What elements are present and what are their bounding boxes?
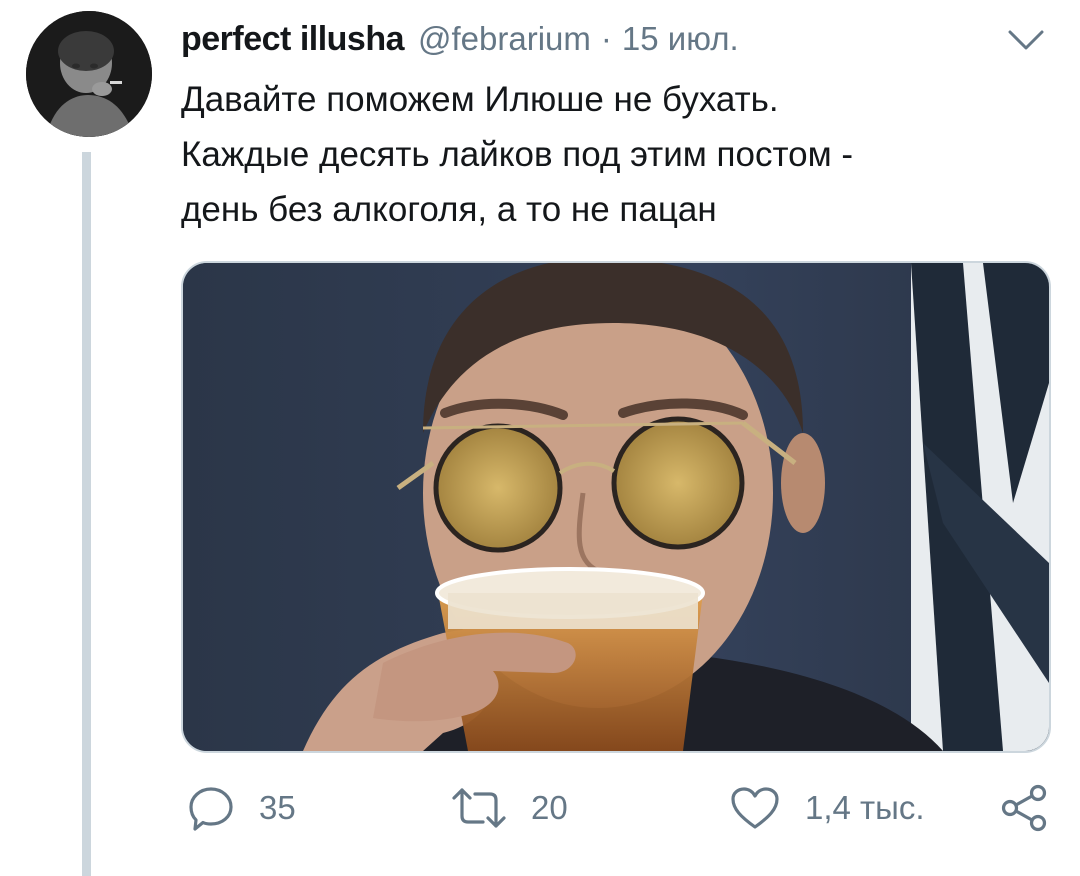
reply-button[interactable]: 35 <box>187 778 296 838</box>
author-display-name[interactable]: perfect illusha <box>181 20 405 59</box>
tweet-media[interactable] <box>181 261 1051 753</box>
tweet-actions: 35 20 1,4 тыс. <box>181 778 1051 838</box>
tweet-text-line: Давайте поможем Илюше не бухать. <box>181 80 779 119</box>
reply-icon <box>189 787 233 831</box>
thread-line <box>82 152 91 876</box>
retweet-count: 20 <box>531 789 568 826</box>
photo-man-drinking-beer <box>183 263 1049 751</box>
separator-dot: · <box>600 20 612 57</box>
like-count: 1,4 тыс. <box>805 789 925 826</box>
share-button[interactable] <box>999 778 1049 838</box>
tweet-date[interactable]: 15 июл. <box>622 20 739 58</box>
reply-count: 35 <box>259 789 296 826</box>
heart-icon <box>731 787 779 829</box>
share-icon <box>1001 784 1047 832</box>
tweet-header: perfect illusha @febrarium · 15 июл. <box>181 14 1050 64</box>
chevron-down-icon[interactable] <box>1006 24 1046 54</box>
like-button[interactable]: 1,4 тыс. <box>729 778 925 838</box>
tweet-text-line: Каждые десять лайков под этим постом - <box>181 135 854 174</box>
avatar[interactable] <box>26 11 152 137</box>
retweet-icon <box>452 788 506 828</box>
tweet-text-line: день без алкоголя, а то не пацан <box>181 190 717 229</box>
avatar-photo <box>26 11 152 137</box>
author-handle[interactable]: @febrarium <box>418 20 591 58</box>
retweet-button[interactable]: 20 <box>451 778 568 838</box>
tweet-text: Давайте поможем Илюше не бухать. Каждые … <box>181 72 1041 237</box>
